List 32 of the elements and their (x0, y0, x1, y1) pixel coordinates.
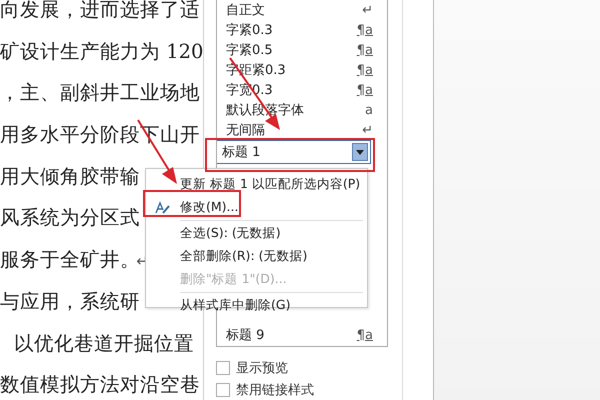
style-type-icon: ↵ (362, 122, 373, 138)
menu-item[interactable]: 从样式库中删除(G) (146, 294, 367, 317)
menu-item[interactable]: 全部删除(R): (无数据) (146, 245, 367, 268)
document-text: 以优化巷道开掘位置 (14, 332, 194, 354)
document-text: 风系统为分区式 (0, 206, 140, 230)
style-type-icon: ¶a (356, 42, 373, 58)
style-item[interactable]: 字紧0.3 ¶a (217, 20, 387, 40)
style-type-icon: ¶a (356, 328, 373, 342)
document-text: 数值模拟方法对沿空巷 (0, 373, 200, 396)
document-text: 向发展，进而选择了适 (0, 0, 200, 21)
checkbox[interactable]: 禁用链接样式 (216, 379, 402, 400)
style-type-icon: ¶a (356, 22, 373, 38)
menu-item[interactable]: 更新 标题 1 以匹配所选内容(P) (146, 173, 367, 196)
menu-item[interactable]: 修改(M)... (146, 196, 367, 219)
style-item[interactable]: 字紧0.5 ¶a (217, 40, 387, 60)
style-type-icon: ¶a (356, 62, 373, 78)
style-type-icon: ¶a (356, 82, 373, 98)
style-type-icon: ↵ (362, 2, 373, 18)
checkbox[interactable]: 显示预览 (216, 357, 402, 379)
style-item[interactable]: 自正文 ↵ (217, 0, 387, 20)
dropdown-button[interactable] (352, 143, 368, 161)
style-item[interactable]: 无间隔 ↵ (217, 120, 387, 140)
menu-item[interactable]: 全选(S): (无数据) (146, 222, 367, 245)
pen-icon (155, 200, 171, 214)
document-text: 与应用，系统研 (0, 290, 140, 313)
triangle-down-icon (356, 150, 364, 154)
document-text: 矿设计生产能力为 120 (0, 40, 203, 63)
style-type-icon: a (365, 102, 373, 118)
style-item[interactable]: 标题 9 ¶a (217, 325, 387, 345)
style-selected-field[interactable]: 标题 1 (217, 140, 371, 164)
document-text: 用大倾角胶带输 (0, 164, 140, 188)
document-text: ，主、副斜井工业场地 (0, 81, 200, 104)
